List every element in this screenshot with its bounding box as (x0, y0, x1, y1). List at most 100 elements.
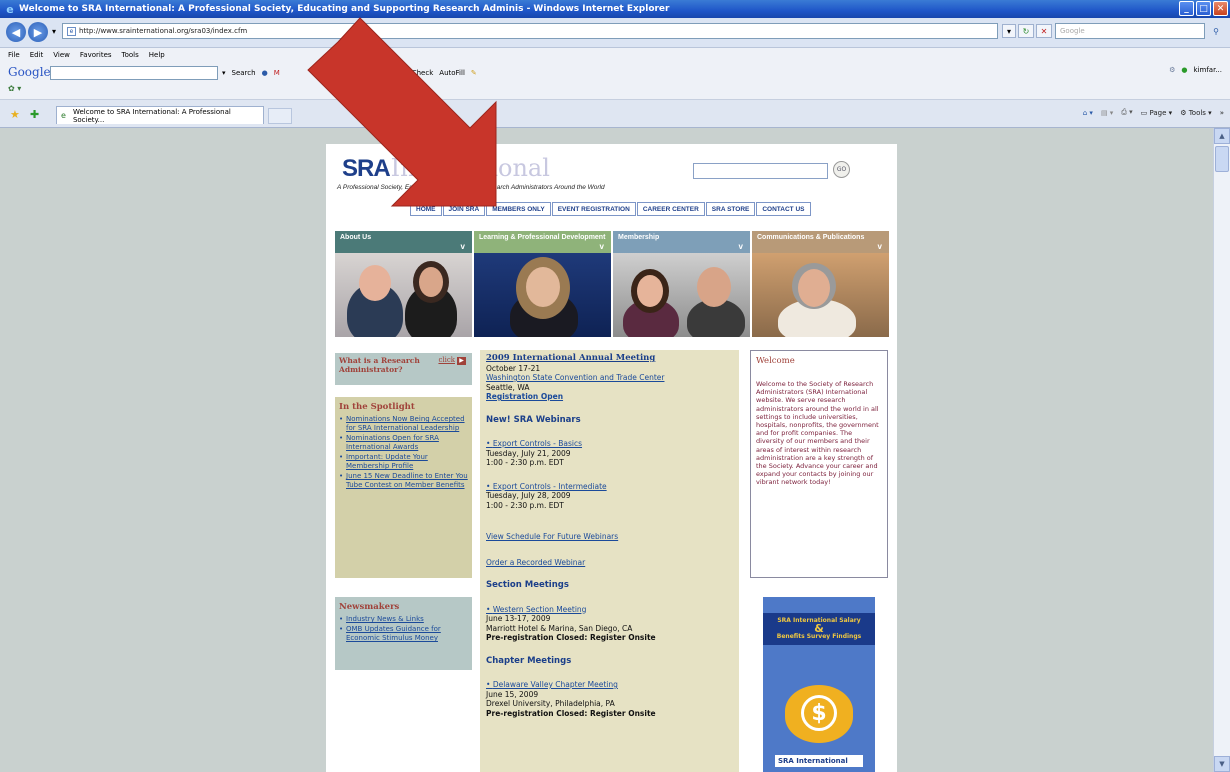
maximize-button[interactable]: □ (1196, 1, 1211, 16)
category-communications[interactable]: Communications & Publications v (752, 231, 889, 337)
add-favorites-icon[interactable]: ✚ (30, 108, 39, 121)
scroll-down-icon[interactable]: ▼ (1214, 756, 1230, 772)
nav-career-center[interactable]: CAREER CENTER (636, 202, 705, 216)
click-link[interactable]: click ▶ (438, 356, 466, 365)
list-item[interactable]: Nominations Now Being Accepted for SRA I… (339, 415, 468, 433)
scroll-thumb[interactable] (1215, 146, 1229, 172)
spotlight-box: In the Spotlight Nominations Now Being A… (335, 397, 472, 578)
menu-file[interactable]: File (8, 51, 20, 59)
spotlight-link[interactable]: Nominations Now Being Accepted for SRA I… (346, 415, 465, 432)
category-label: Learning & Professional Development (479, 234, 606, 241)
recorded-webinar-link[interactable]: Order a Recorded Webinar (486, 558, 733, 568)
back-button[interactable]: ◀ (6, 22, 26, 42)
dollar-icon: $ (801, 695, 837, 731)
salary-survey-banner[interactable]: SRA International Salary & Benefits Surv… (763, 597, 875, 772)
menu-help[interactable]: Help (149, 51, 165, 59)
favorites-star-icon[interactable]: ★ (10, 108, 20, 121)
close-button[interactable]: ✕ (1213, 1, 1228, 16)
google-search-input[interactable] (50, 66, 218, 80)
gmail-icon[interactable]: M (274, 69, 280, 77)
search-input[interactable]: Google (1055, 23, 1205, 39)
go-button[interactable]: GO (833, 161, 850, 178)
category-about-us[interactable]: About Us v (335, 231, 472, 337)
list-item[interactable]: June 15 New Deadline to Enter You Tube C… (339, 472, 468, 490)
url-input[interactable]: e http://www.srainternational.org/sra03/… (62, 23, 998, 39)
newsmakers-link[interactable]: OMB Updates Guidance for Economic Stimul… (346, 625, 441, 642)
forward-button[interactable]: ▶ (28, 22, 48, 42)
spotlight-link[interactable]: Nominations Open for SRA International A… (346, 434, 439, 451)
chevron-more-icon[interactable]: » (1220, 109, 1224, 117)
list-item[interactable]: Important: Update Your Membership Profil… (339, 453, 468, 471)
main-nav: HOME JOIN SRA MEMBERS ONLY EVENT REGISTR… (410, 202, 811, 216)
site-search-input[interactable] (693, 163, 828, 179)
list-item[interactable]: Nominations Open for SRA International A… (339, 434, 468, 452)
list-item[interactable]: Industry News & Links (339, 615, 468, 624)
menu-favorites[interactable]: Favorites (80, 51, 112, 59)
extension-icon[interactable]: ✿ ▾ (8, 84, 21, 93)
annual-meeting-link[interactable]: 2009 International Annual Meeting (486, 353, 733, 364)
webinar-link[interactable]: • Export Controls - Basics (486, 439, 733, 449)
tab-current[interactable]: e Welcome to SRA International: A Profes… (56, 106, 264, 124)
section-meeting-status: Pre-registration Closed: Register Onsite (486, 633, 656, 642)
page-menu-button[interactable]: ▭ Page ▾ (1141, 109, 1173, 117)
account-name[interactable]: kimfar... (1194, 66, 1222, 74)
category-membership[interactable]: Membership v (613, 231, 750, 337)
nav-event-registration[interactable]: EVENT REGISTRATION (551, 202, 636, 216)
stop-icon[interactable]: ✕ (1036, 24, 1052, 38)
new-tab-button[interactable] (268, 108, 292, 124)
autofill-button[interactable]: AutoFill (439, 69, 465, 77)
spotlight-link[interactable]: June 15 New Deadline to Enter You Tube C… (346, 472, 468, 489)
webinar-link[interactable]: • Export Controls - Intermediate (486, 482, 733, 492)
google-dropdown-icon[interactable]: ▾ (222, 69, 226, 77)
tab-bar: ★ ✚ e Welcome to SRA International: A Pr… (0, 100, 1230, 128)
search-icon[interactable]: ⚲ (1208, 24, 1224, 38)
section-meeting-name[interactable]: Western Section Meeting (493, 605, 587, 614)
what-is-ra-title: What is a Research Administrator? (339, 356, 420, 374)
category-learning[interactable]: Learning & Professional Development v (474, 231, 611, 337)
google-globe-icon[interactable]: ● (262, 69, 268, 77)
webinars-heading: New! SRA Webinars (486, 414, 581, 425)
chapter-meeting-name[interactable]: Delaware Valley Chapter Meeting (493, 680, 618, 689)
chevron-down-icon: v (599, 242, 604, 251)
webinar-schedule-link[interactable]: View Schedule For Future Webinars (486, 532, 733, 542)
menu-tools[interactable]: Tools (122, 51, 139, 59)
nav-members-only[interactable]: MEMBERS ONLY (486, 202, 551, 216)
menu-edit[interactable]: Edit (30, 51, 44, 59)
google-search-button[interactable]: Search (232, 69, 256, 77)
pencil-icon[interactable]: ✎ (471, 69, 477, 77)
nav-contact-us[interactable]: CONTACT US (756, 202, 811, 216)
webinar-name[interactable]: Export Controls - Intermediate (493, 482, 607, 491)
what-is-ra-box[interactable]: What is a Research Administrator? click ▶ (335, 353, 472, 385)
category-photo (335, 253, 472, 337)
nav-join-sra[interactable]: JOIN SRA (442, 202, 486, 216)
check-button[interactable]: Check (412, 69, 434, 77)
tools-menu-button[interactable]: ⚙ Tools ▾ (1180, 109, 1212, 117)
section-meeting-link[interactable]: • Western Section Meeting (486, 605, 733, 615)
scroll-up-icon[interactable]: ▲ (1214, 128, 1230, 144)
feeds-icon[interactable]: ▤ ▾ (1101, 109, 1113, 117)
chapter-meeting-status: Pre-registration Closed: Register Onsite (486, 708, 656, 718)
registration-open-link[interactable]: Registration Open (486, 392, 733, 402)
url-dropdown-icon[interactable]: ▾ (1002, 24, 1016, 38)
meeting-venue-link[interactable]: Washington State Convention and Trade Ce… (486, 373, 733, 383)
nav-home[interactable]: HOME (410, 202, 442, 216)
refresh-icon[interactable]: ↻ (1018, 24, 1034, 38)
print-icon[interactable]: ⎙ ▾ (1121, 108, 1132, 117)
category-label: Membership (618, 234, 660, 241)
chapter-meeting-link[interactable]: • Delaware Valley Chapter Meeting (486, 680, 733, 690)
minimize-button[interactable]: _ (1179, 1, 1194, 16)
vertical-scrollbar[interactable]: ▲ ▼ (1213, 128, 1230, 772)
history-dropdown-icon[interactable]: ▾ (50, 24, 58, 38)
click-label: click (438, 356, 455, 364)
spotlight-link[interactable]: Important: Update Your Membership Profil… (346, 453, 428, 470)
newsmakers-link[interactable]: Industry News & Links (346, 615, 424, 623)
sra-logo[interactable]: SRA International (342, 154, 550, 182)
settings-icon[interactable]: ⚙ (1169, 66, 1175, 74)
chapter-meeting-dates: June 15, 2009 (486, 689, 539, 699)
menu-view[interactable]: View (53, 51, 70, 59)
webinar-name[interactable]: Export Controls - Basics (493, 439, 582, 448)
nav-sra-store[interactable]: SRA STORE (705, 202, 756, 216)
home-icon[interactable]: ⌂ ▾ (1083, 109, 1093, 117)
list-item[interactable]: OMB Updates Guidance for Economic Stimul… (339, 625, 468, 643)
chapter-meeting-location: Drexel University, Philadelphia, PA (486, 699, 615, 708)
